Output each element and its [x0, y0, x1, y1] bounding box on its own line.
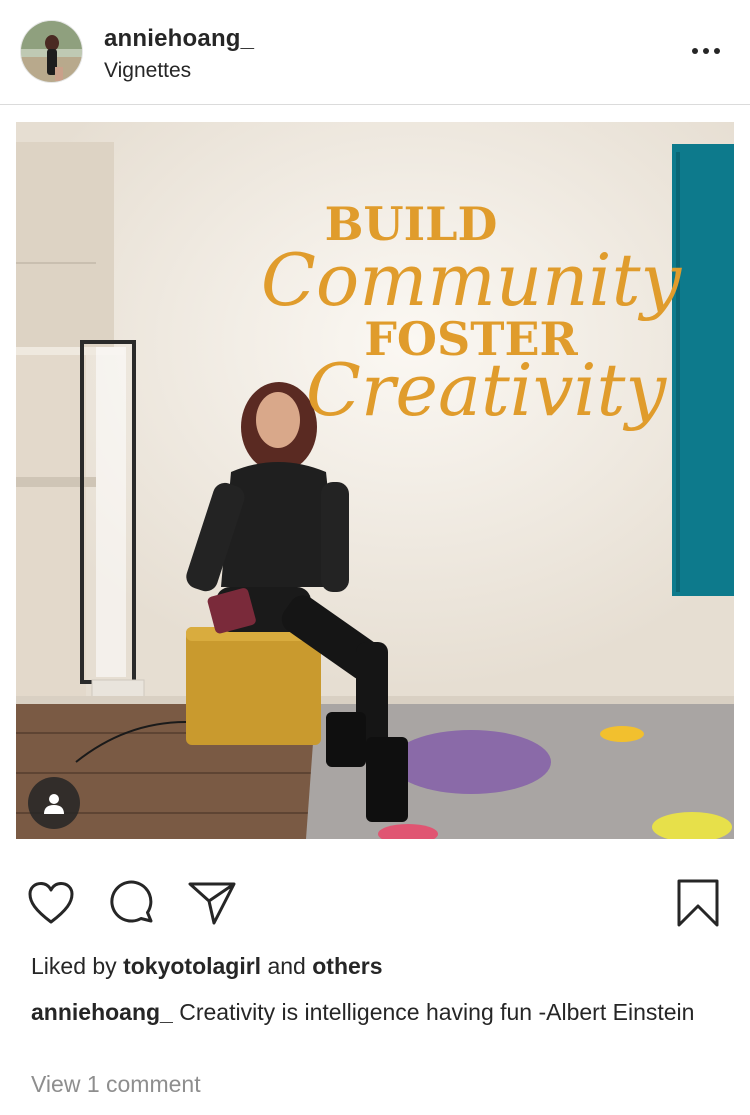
avatar-image [21, 21, 82, 82]
liker-username[interactable]: tokyotolagirl [123, 953, 261, 979]
post-caption: anniehoang_ Creativity is intelligence h… [31, 997, 731, 1027]
mural-lettering: BUILD Community FOSTER Creativity [261, 197, 683, 432]
post-username[interactable]: anniehoang_ [104, 25, 254, 53]
share-button[interactable] [186, 875, 238, 931]
tagged-people-button[interactable] [28, 777, 80, 829]
likes-summary: Liked by tokyotolagirl and others [31, 953, 383, 980]
view-comments-link[interactable]: View 1 comment [31, 1071, 201, 1098]
dot [703, 48, 709, 54]
caption-username[interactable]: anniehoang_ [31, 999, 173, 1025]
action-bar [0, 875, 750, 935]
comment-bubble-icon [110, 880, 153, 923]
bookmark-icon [677, 879, 719, 927]
dot [714, 48, 720, 54]
post-header: anniehoang_ Vignettes [0, 0, 750, 105]
likes-prefix: Liked by [31, 953, 117, 979]
likes-others-link[interactable]: others [312, 953, 382, 979]
more-options-icon[interactable] [686, 40, 726, 62]
mural-word: Creativity [306, 348, 668, 432]
post-photo[interactable]: BUILD Community FOSTER Creativity [16, 122, 734, 839]
like-button[interactable] [25, 875, 77, 931]
mural-word: Community [261, 238, 683, 322]
likes-middle: and [267, 953, 306, 979]
person-icon [44, 794, 64, 814]
avatar[interactable] [20, 20, 83, 83]
save-button[interactable] [672, 875, 724, 931]
dot [692, 48, 698, 54]
heart-icon [28, 882, 74, 924]
post-location[interactable]: Vignettes [104, 59, 191, 83]
caption-text: Creativity is intelligence having fun -A… [179, 999, 695, 1025]
comment-button[interactable] [106, 875, 158, 931]
paper-plane-icon [188, 882, 236, 925]
